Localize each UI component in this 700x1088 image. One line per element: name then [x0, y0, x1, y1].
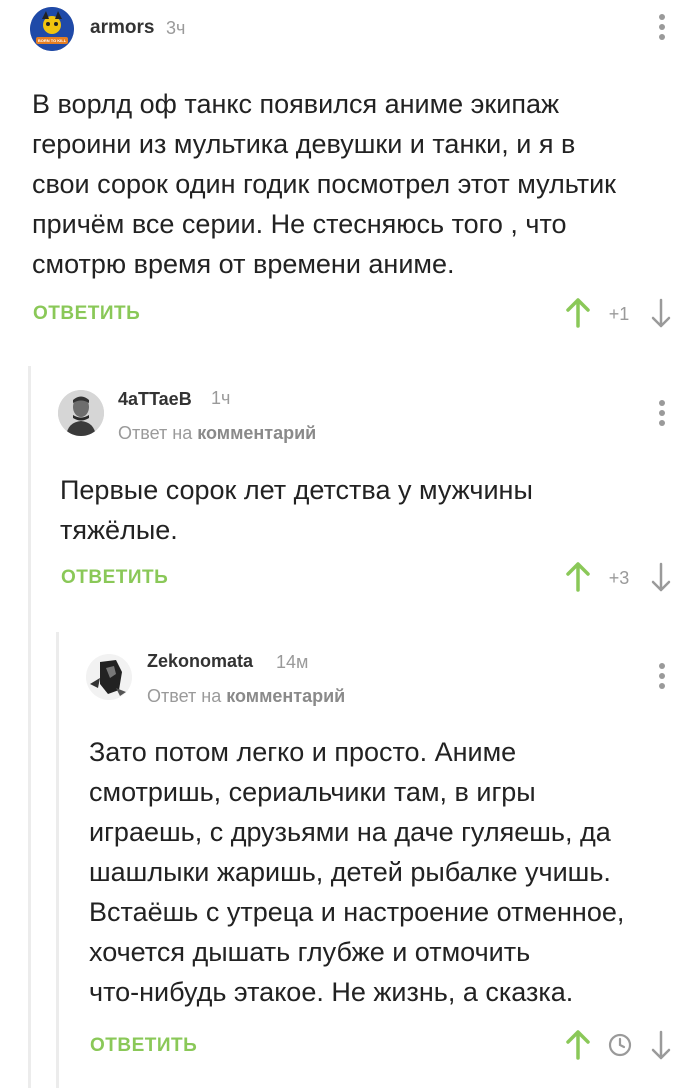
- clock-icon: [608, 1033, 632, 1057]
- downvote-arrow-icon[interactable]: [648, 298, 674, 328]
- avatar-image: [86, 654, 132, 700]
- reply-to-link[interactable]: комментарий: [197, 423, 316, 443]
- avatar-logo-text: BORN TO KILL: [37, 38, 67, 43]
- comment-text-line: Первые сорок лет детства у мужчины: [60, 475, 533, 505]
- comment-text-line: тяжёлые.: [60, 515, 178, 545]
- comment-author[interactable]: Zekonomata: [147, 651, 253, 672]
- comment-author[interactable]: armors: [90, 17, 154, 39]
- comment-text-line: что-нибудь этакое. Не жизнь, а сказка.: [89, 977, 574, 1007]
- reply-button[interactable]: ОТВЕТИТЬ: [61, 567, 168, 589]
- comment-text-line: смотришь, сериальчики там, в игры: [89, 777, 536, 807]
- avatar-image: [30, 7, 74, 51]
- avatar[interactable]: [58, 390, 104, 436]
- comment-rating: +3: [608, 568, 630, 588]
- avatar-image: [58, 390, 104, 436]
- more-options-icon[interactable]: [652, 398, 672, 428]
- reply-to-prefix: Ответ на: [118, 423, 198, 443]
- comment-text: Первые сорок лет детства у мужчины тяжёл…: [60, 470, 670, 550]
- reply-button[interactable]: ОТВЕТИТЬ: [33, 303, 140, 325]
- reply-button[interactable]: ОТВЕТИТЬ: [90, 1035, 197, 1057]
- downvote-arrow-icon[interactable]: [648, 562, 674, 592]
- upvote-arrow-icon[interactable]: [565, 1030, 591, 1060]
- comment-rating: +1: [608, 304, 630, 324]
- more-options-icon[interactable]: [652, 661, 672, 691]
- comment-text-line: причём все серии. Не стесняюсь того , чт…: [32, 209, 567, 239]
- comment-text-line: играешь, с друзьями на даче гуляешь, да: [89, 817, 611, 847]
- comment-text-line: Зато потом легко и просто. Аниме: [89, 737, 517, 767]
- reply-to-link[interactable]: комментарий: [226, 686, 345, 706]
- comment-text-line: героини из мультика девушки и танки, и я…: [32, 129, 576, 159]
- comment-text-line: шашлыки жаришь, детей рыбалке учишь.: [89, 857, 611, 887]
- avatar[interactable]: [86, 654, 132, 700]
- comment-text-line: смотрю время от времени аниме.: [32, 249, 455, 279]
- comment-text-line: хочется дышать глубже и отмочить: [89, 937, 531, 967]
- comment-text: Зато потом легко и просто. Аниме смотриш…: [89, 732, 689, 1012]
- more-options-icon[interactable]: [652, 12, 672, 42]
- comment-text-line: свои сорок один годик посмотрел этот мул…: [32, 169, 616, 199]
- thread-line-level-1: [28, 366, 31, 1088]
- upvote-arrow-icon[interactable]: [565, 298, 591, 328]
- upvote-arrow-icon[interactable]: [565, 562, 591, 592]
- avatar[interactable]: BORN TO KILL: [30, 7, 74, 51]
- reply-to-prefix: Ответ на: [147, 686, 227, 706]
- comment-author[interactable]: 4aTTaeB: [118, 389, 192, 410]
- comment-text: В ворлд оф танкс появился аниме экипаж г…: [32, 84, 672, 284]
- reply-to-label: Ответ на комментарий: [118, 423, 316, 444]
- downvote-arrow-icon[interactable]: [648, 1030, 674, 1060]
- comment-time: 14м: [276, 652, 309, 672]
- comment-text-line: В ворлд оф танкс появился аниме экипаж: [32, 89, 560, 119]
- thread-line-level-2: [56, 632, 59, 1088]
- comment-text-line: Встаёшь с утреца и настроение отменное,: [89, 897, 625, 927]
- comment-time: 1ч: [211, 388, 231, 408]
- comment-time: 3ч: [166, 18, 186, 38]
- reply-to-label: Ответ на комментарий: [147, 686, 345, 707]
